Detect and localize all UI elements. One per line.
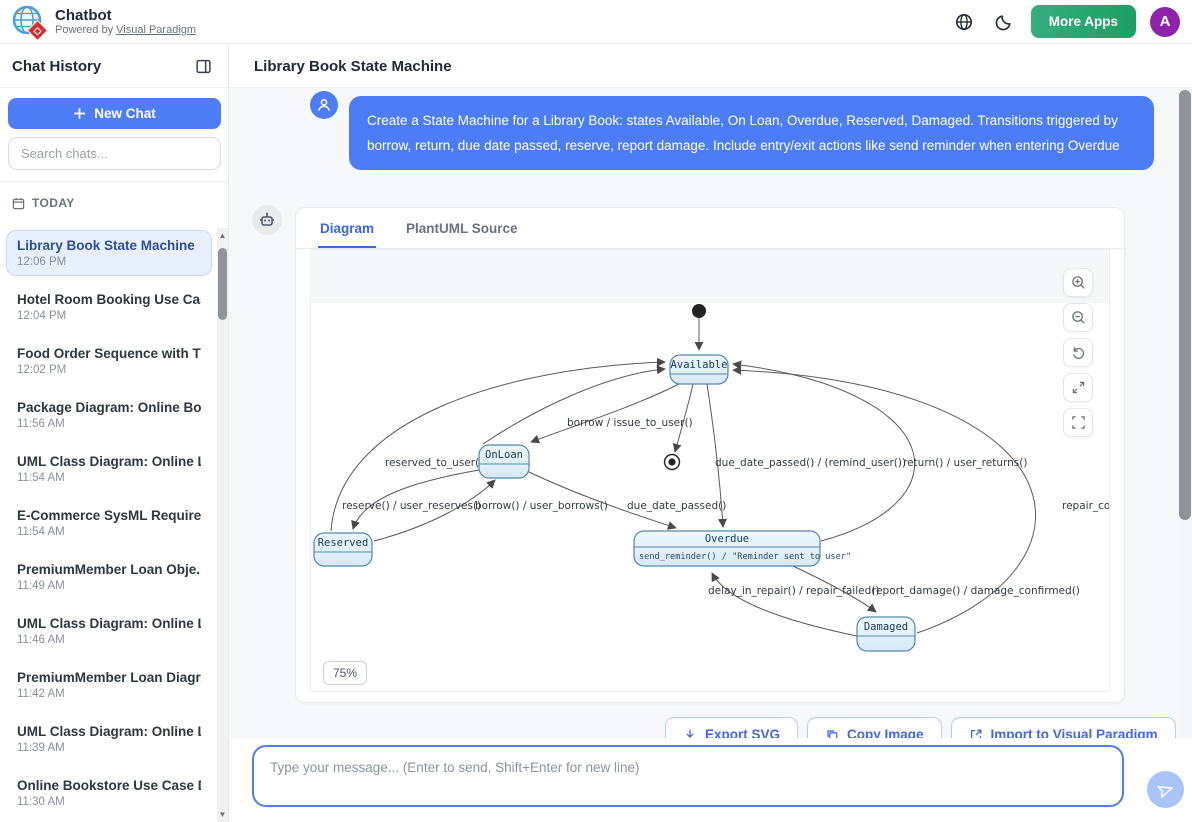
edge-label: return() / user_returns() (903, 457, 1027, 469)
bot-message-avatar (252, 205, 282, 235)
diagram-card: Diagram PlantUML Source (295, 207, 1125, 703)
svg-text:Reserved: Reserved (318, 537, 369, 549)
chat-history-list: Library Book State Machine 12:06 PM Hote… (0, 228, 216, 822)
powered-by: Powered by Visual Paradigm (55, 24, 196, 36)
collapse-sidebar-button[interactable] (190, 53, 216, 79)
chat-list-item[interactable]: UML Class Diagram: Online L... 11:39 AM (6, 716, 212, 762)
panel-toggle-icon (195, 58, 212, 75)
visual-paradigm-logo (12, 5, 46, 39)
expand-arrows-icon (1071, 380, 1086, 395)
chat-list-item[interactable]: Package Diagram: Online Bo... 11:56 AM (6, 392, 212, 438)
today-section-header: TODAY (0, 181, 228, 216)
state-available: Available (670, 355, 728, 384)
chat-list-item[interactable]: UML Class Diagram: Online L... 11:46 AM (6, 608, 212, 654)
edge-label: borrow() / user_borrows() (475, 500, 608, 512)
edge-label: borrow / issue_to_user() (567, 417, 693, 429)
edge-label: due_date_passed() / (remind_user()) (715, 457, 906, 469)
fit-to-screen-button[interactable] (1063, 373, 1093, 402)
robot-icon (258, 211, 276, 229)
svg-text:OnLoan: OnLoan (485, 449, 523, 461)
page-scroll-thumb[interactable] (1179, 90, 1191, 520)
edge-available-onloan (531, 384, 679, 442)
brand-block: Chatbot Powered by Visual Paradigm (55, 7, 196, 36)
reset-view-button[interactable] (1063, 338, 1093, 367)
sidebar-scrollbar[interactable]: ▲ ▼ (217, 228, 228, 822)
language-button[interactable] (951, 9, 977, 35)
page-scrollbar[interactable] (1178, 88, 1192, 738)
edge-overdue-available (733, 364, 915, 541)
new-chat-button[interactable]: New Chat (8, 98, 221, 129)
edge-label: reserve() / user_reserves() (342, 500, 481, 512)
user-account-avatar[interactable]: A (1150, 7, 1180, 37)
sidebar-scroll-thumb[interactable] (218, 248, 227, 320)
chat-list-item[interactable]: Online Bookstore Use Case D... 11:30 AM (6, 770, 212, 816)
edge-label: report_damage() / damage_confirmed() (872, 585, 1080, 597)
send-button[interactable] (1147, 771, 1184, 808)
app-window: Chatbot Powered by Visual Paradigm More … (0, 0, 1192, 822)
visual-paradigm-link[interactable]: Visual Paradigm (116, 24, 196, 36)
edge-damaged-overdue (712, 573, 857, 636)
app-title: Chatbot (55, 7, 196, 24)
tab-plantuml-source[interactable]: PlantUML Source (404, 208, 520, 248)
chat-list-item[interactable]: E-Commerce SysML Require... 11:54 AM (6, 500, 212, 546)
sidebar-title: Chat History (12, 58, 101, 75)
more-apps-button[interactable]: More Apps (1031, 5, 1136, 38)
composer-bar (230, 738, 1192, 822)
chat-list-item[interactable]: PremiumMember Loan Obje... 11:49 AM (6, 554, 212, 600)
main-panel: Library Book State Machine Create a Stat… (230, 45, 1192, 822)
zoom-in-button[interactable] (1063, 268, 1093, 297)
initial-state (692, 304, 706, 318)
zoom-out-button[interactable] (1063, 303, 1093, 332)
zoom-out-icon (1071, 310, 1086, 325)
state-onloan: OnLoan (479, 445, 529, 478)
zoom-level-badge: 75% (323, 661, 367, 685)
tab-diagram[interactable]: Diagram (318, 208, 376, 248)
top-bar: Chatbot Powered by Visual Paradigm More … (0, 0, 1192, 44)
globe-icon (955, 13, 973, 31)
chat-list-item[interactable]: Library Book State Machine 12:06 PM (6, 230, 212, 276)
edge-label: due_date_passed() (627, 500, 726, 512)
scroll-up-arrow[interactable]: ▲ (217, 230, 228, 241)
edge-label: repair_com (1062, 500, 1110, 512)
zoom-toolbar (1063, 268, 1093, 437)
message-input[interactable] (252, 745, 1124, 807)
user-message-avatar (310, 91, 338, 119)
reset-rotate-icon (1071, 345, 1086, 360)
search-input[interactable] (8, 137, 221, 170)
chat-list-item[interactable]: PremiumMember Loan Diagr... 11:42 AM (6, 662, 212, 708)
sidebar: Chat History New Chat TODAY (0, 45, 229, 822)
state-overdue: Overdue send_reminder() / "Reminder sent… (634, 531, 851, 566)
tab-bar: Diagram PlantUML Source (296, 208, 1124, 249)
state-damaged: Damaged (857, 617, 915, 651)
edge-label: delay_in_repair() / repair_failed() (708, 585, 879, 597)
calendar-icon (12, 197, 25, 210)
chat-list-item[interactable]: Food Order Sequence with Ti... 12:02 PM (6, 338, 212, 384)
overdue-entry-action: send_reminder() / "Reminder sent to user… (639, 552, 851, 562)
page-title: Library Book State Machine (230, 45, 1192, 88)
person-icon (316, 97, 332, 113)
chat-list-item[interactable]: UML Class Diagram: Online L... 11:54 AM (6, 446, 212, 492)
chat-message-area: Create a State Machine for a Library Boo… (230, 88, 1178, 822)
state-machine-diagram: borrow / issue_to_user() due_date_passed… (311, 250, 1110, 692)
user-message-bubble: Create a State Machine for a Library Boo… (349, 96, 1154, 170)
chat-list-item[interactable]: Hotel Room Booking Use Case 12:04 PM (6, 284, 212, 330)
scroll-down-arrow[interactable]: ▼ (217, 809, 228, 820)
diagram-viewport[interactable]: borrow / issue_to_user() due_date_passed… (310, 249, 1110, 692)
svg-text:Available: Available (671, 359, 728, 371)
fullscreen-button[interactable] (1063, 408, 1093, 437)
send-paper-plane-icon (1155, 779, 1175, 799)
fullscreen-brackets-icon (1071, 415, 1086, 430)
zoom-in-icon (1071, 275, 1086, 290)
edge-onloan-available (483, 369, 665, 444)
state-reserved: Reserved (314, 533, 372, 566)
plus-icon (73, 107, 86, 120)
edge-label: reserved_to_user() (385, 457, 483, 469)
moon-icon (995, 13, 1013, 31)
dark-mode-button[interactable] (991, 9, 1017, 35)
final-state (665, 455, 680, 470)
svg-text:Damaged: Damaged (864, 621, 908, 633)
svg-text:Overdue: Overdue (705, 533, 749, 545)
